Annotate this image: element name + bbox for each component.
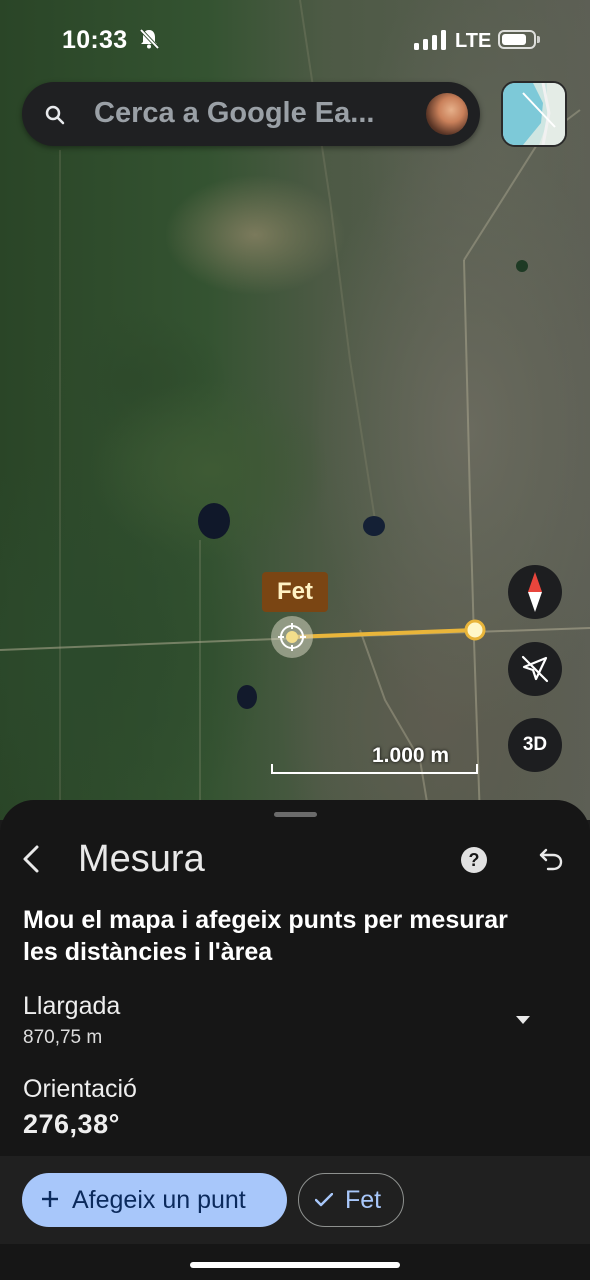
search-bar[interactable]: Cerca a Google Ea... <box>22 82 480 146</box>
sheet-drag-handle[interactable] <box>274 812 317 817</box>
check-icon <box>315 1193 333 1207</box>
map-layers-button[interactable] <box>501 81 567 147</box>
scale-bar <box>271 764 478 774</box>
location-off-icon <box>521 655 549 683</box>
compass-button[interactable] <box>508 565 562 619</box>
undo-icon[interactable] <box>538 847 564 871</box>
plus-icon <box>40 1184 70 1216</box>
back-icon[interactable] <box>18 844 48 874</box>
page-title: Mesura <box>78 838 205 880</box>
status-bar: 10:33 LTE <box>0 0 590 80</box>
search-input[interactable]: Cerca a Google Ea... <box>94 97 374 130</box>
add-point-label: Afegeix un punt <box>72 1185 246 1214</box>
done-label: Fet <box>345 1185 382 1214</box>
3d-toggle-button[interactable]: 3D <box>508 718 562 772</box>
home-indicator[interactable] <box>190 1262 400 1268</box>
battery-icon <box>498 30 536 49</box>
measure-sheet: Mesura ? Mou el mapa i afegeix punts per… <box>0 800 590 1280</box>
action-bar: Afegeix un punt Fet <box>0 1156 590 1244</box>
avatar[interactable] <box>426 93 468 135</box>
orientation-label: Orientació <box>23 1075 137 1103</box>
length-value: 870,75 m <box>23 1027 103 1048</box>
length-label: Llargada <box>23 992 121 1020</box>
network-type: LTE <box>455 30 492 52</box>
svg-text:?: ? <box>469 850 480 870</box>
my-location-button[interactable] <box>508 642 562 696</box>
instructions-text: Mou el mapa i afegeix punts per mesurar … <box>23 906 508 966</box>
done-button[interactable]: Fet <box>298 1173 404 1227</box>
layers-thumbnail <box>503 83 565 145</box>
search-icon <box>45 105 65 125</box>
signal-icon <box>414 30 446 50</box>
chevron-down-icon[interactable] <box>514 1014 532 1026</box>
help-icon[interactable]: ? <box>460 846 488 874</box>
compass-icon <box>528 572 542 612</box>
add-point-button[interactable]: Afegeix un punt <box>22 1173 287 1227</box>
bell-off-icon <box>139 28 160 50</box>
battery-tip <box>537 36 540 43</box>
orientation-value: 276,38° <box>23 1109 120 1139</box>
measure-done-tag[interactable]: Fet <box>262 572 328 612</box>
clock: 10:33 <box>62 26 128 54</box>
